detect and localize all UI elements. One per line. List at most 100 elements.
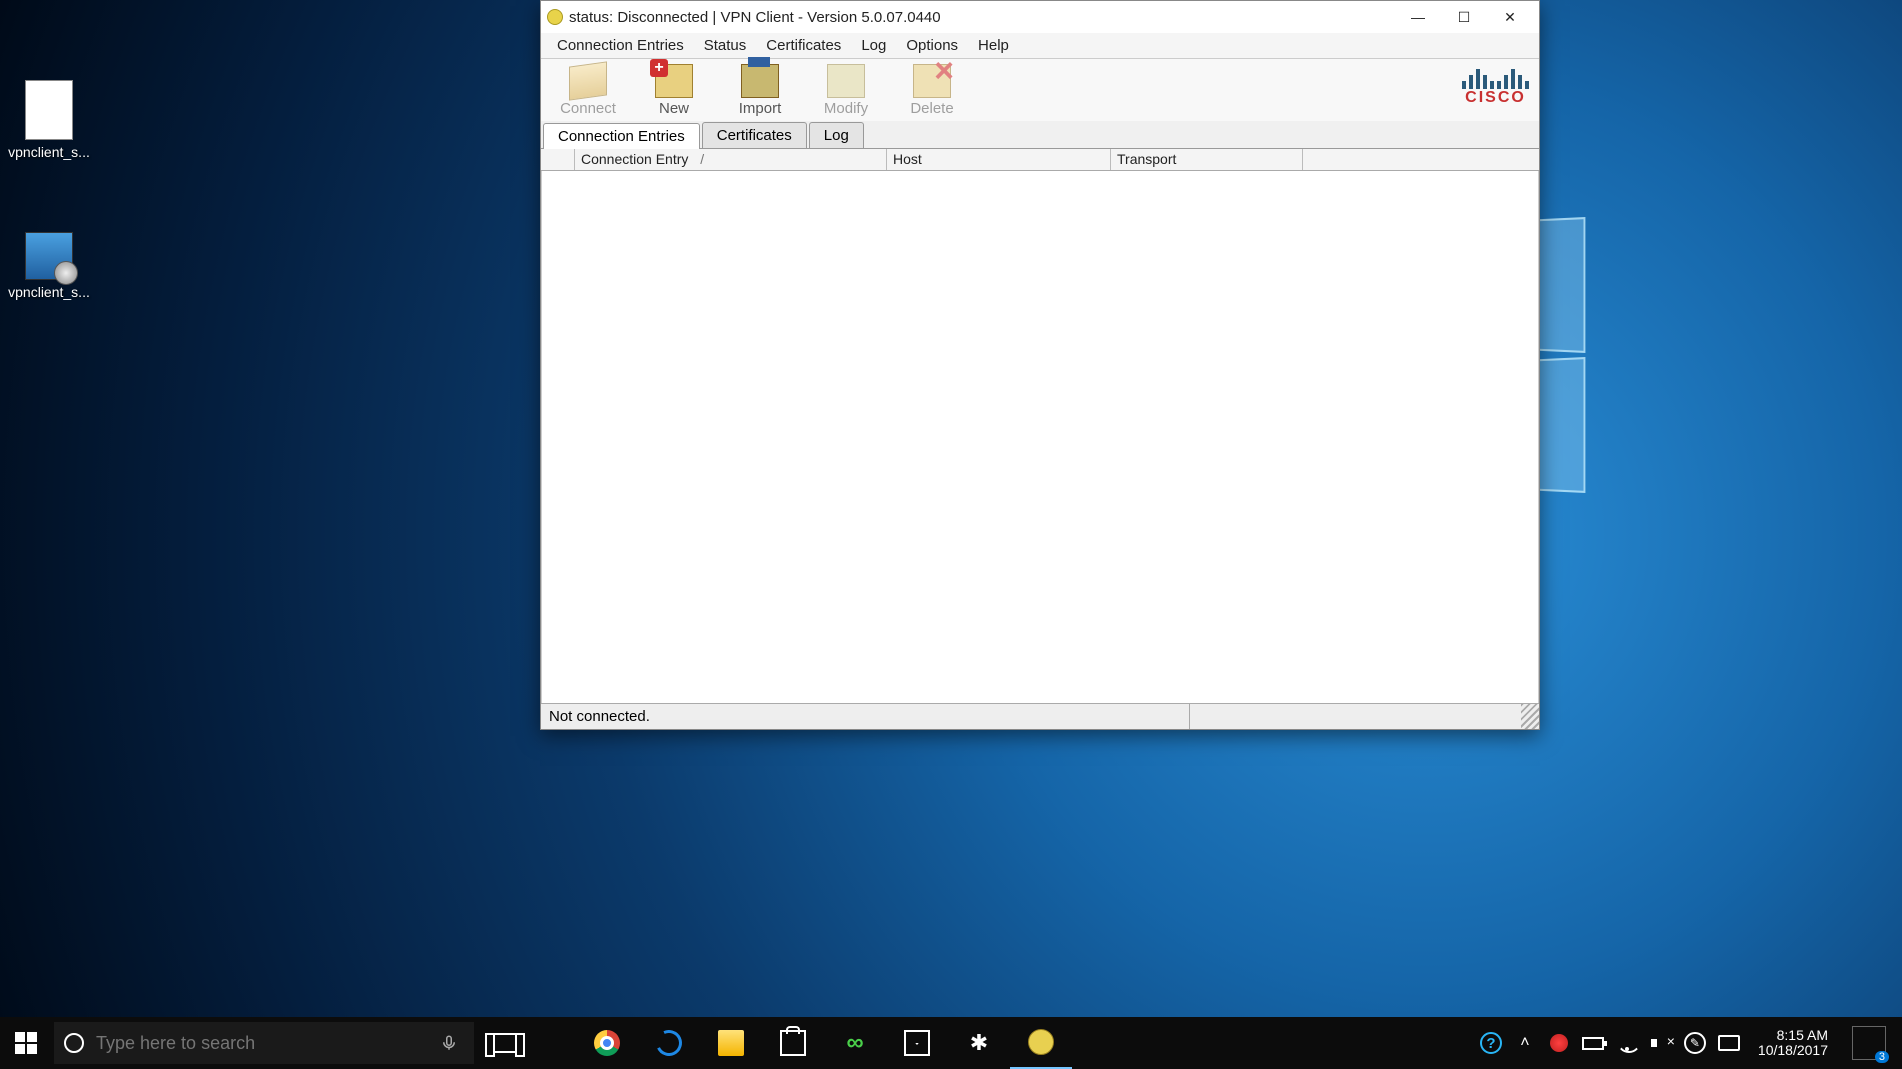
task-view-button[interactable] bbox=[474, 1017, 536, 1069]
column-connection-entry[interactable]: Connection Entry / bbox=[575, 149, 887, 170]
import-label: Import bbox=[717, 100, 803, 117]
vpn-app-icon bbox=[1028, 1029, 1054, 1055]
menubar: Connection Entries Status Certificates L… bbox=[541, 33, 1539, 59]
taskbar-vpn-client[interactable] bbox=[1010, 1017, 1072, 1069]
tray-volume[interactable] bbox=[1650, 1032, 1672, 1054]
menu-options[interactable]: Options bbox=[896, 34, 968, 57]
connect-icon bbox=[569, 61, 607, 100]
tray-help[interactable]: ? bbox=[1480, 1032, 1502, 1054]
tab-log[interactable]: Log bbox=[809, 122, 864, 148]
connection-list[interactable] bbox=[541, 171, 1539, 703]
microphone-icon[interactable] bbox=[434, 1034, 464, 1052]
pen-icon: ✎ bbox=[1684, 1032, 1706, 1054]
search-input[interactable] bbox=[96, 1033, 434, 1054]
desktop-icon-label: vpnclient_s... bbox=[4, 284, 94, 300]
tray-security[interactable] bbox=[1548, 1032, 1570, 1054]
wifi-icon bbox=[1617, 1033, 1637, 1053]
installer-icon bbox=[25, 232, 73, 280]
maximize-button[interactable]: ☐ bbox=[1441, 2, 1487, 32]
volume-muted-icon bbox=[1651, 1035, 1671, 1051]
system-tray: ? ˄ ✎ 8:15 AM 10/18/2017 3 bbox=[1470, 1026, 1902, 1060]
keyboard-icon bbox=[1718, 1035, 1740, 1051]
new-label: New bbox=[631, 100, 717, 117]
vpn-client-window: status: Disconnected | VPN Client - Vers… bbox=[540, 0, 1540, 730]
tab-certificates[interactable]: Certificates bbox=[702, 122, 807, 148]
clock[interactable]: 8:15 AM 10/18/2017 bbox=[1752, 1028, 1834, 1059]
status-cell-2 bbox=[1190, 704, 1521, 729]
file-icon bbox=[25, 80, 73, 140]
window-title: status: Disconnected | VPN Client - Vers… bbox=[569, 9, 1395, 26]
titlebar[interactable]: status: Disconnected | VPN Client - Vers… bbox=[541, 1, 1539, 33]
chevron-up-icon: ˄ bbox=[1520, 1034, 1529, 1052]
connect-label: Connect bbox=[545, 100, 631, 117]
menu-connection-entries[interactable]: Connection Entries bbox=[547, 34, 694, 57]
task-view-icon bbox=[493, 1033, 517, 1053]
taskbar-edge[interactable] bbox=[638, 1017, 700, 1069]
taskbar-mail[interactable] bbox=[886, 1017, 948, 1069]
tray-battery[interactable] bbox=[1582, 1032, 1604, 1054]
modify-button[interactable]: Modify bbox=[803, 64, 889, 117]
folder-icon bbox=[718, 1030, 744, 1056]
cisco-logo: CISCO bbox=[1462, 67, 1529, 107]
taskbar: ∞ ✱ ? ˄ ✎ 8:15 AM 10/18/2017 3 bbox=[0, 1017, 1902, 1069]
taskbar-chrome[interactable] bbox=[576, 1017, 638, 1069]
import-icon bbox=[741, 64, 779, 98]
clock-time: 8:15 AM bbox=[1758, 1028, 1828, 1043]
tabs: Connection Entries Certificates Log bbox=[541, 121, 1539, 149]
toolbar: Connect New Import Modify Delete CISCO bbox=[541, 59, 1539, 121]
infinity-icon: ∞ bbox=[846, 1029, 863, 1057]
resize-grip-icon[interactable] bbox=[1521, 704, 1539, 729]
column-spacer bbox=[1303, 149, 1539, 170]
modify-label: Modify bbox=[803, 100, 889, 117]
menu-certificates[interactable]: Certificates bbox=[756, 34, 851, 57]
close-button[interactable]: ✕ bbox=[1487, 2, 1533, 32]
list-header: Connection Entry / Host Transport bbox=[541, 149, 1539, 171]
delete-button[interactable]: Delete bbox=[889, 64, 975, 117]
menu-log[interactable]: Log bbox=[851, 34, 896, 57]
action-center-button[interactable]: 3 bbox=[1852, 1026, 1886, 1060]
desktop-icon-label: vpnclient_s... bbox=[4, 144, 94, 160]
taskbar-file-explorer[interactable] bbox=[700, 1017, 762, 1069]
tray-network[interactable] bbox=[1616, 1032, 1638, 1054]
column-host[interactable]: Host bbox=[887, 149, 1111, 170]
tray-show-hidden[interactable]: ˄ bbox=[1514, 1032, 1536, 1054]
connect-button[interactable]: Connect bbox=[545, 64, 631, 117]
cortana-icon bbox=[64, 1033, 84, 1053]
notification-badge: 3 bbox=[1875, 1051, 1889, 1063]
column-transport[interactable]: Transport bbox=[1111, 149, 1303, 170]
mail-icon bbox=[904, 1030, 930, 1056]
cisco-wordmark: CISCO bbox=[1462, 89, 1529, 107]
column-icon[interactable] bbox=[541, 149, 575, 170]
clock-date: 10/18/2017 bbox=[1758, 1043, 1828, 1058]
store-icon bbox=[780, 1030, 806, 1056]
status-text: Not connected. bbox=[541, 704, 1190, 729]
help-icon: ? bbox=[1480, 1032, 1502, 1054]
new-icon bbox=[655, 64, 693, 98]
menu-help[interactable]: Help bbox=[968, 34, 1019, 57]
tray-pen[interactable]: ✎ bbox=[1684, 1032, 1706, 1054]
taskbar-store[interactable] bbox=[762, 1017, 824, 1069]
menu-status[interactable]: Status bbox=[694, 34, 757, 57]
security-alert-icon bbox=[1550, 1034, 1568, 1052]
column-connection-entry-label: Connection Entry bbox=[581, 151, 688, 167]
edge-icon bbox=[652, 1026, 685, 1059]
statusbar: Not connected. bbox=[541, 703, 1539, 729]
desktop-icon-vpnclient-setup[interactable]: vpnclient_s... bbox=[4, 232, 94, 300]
import-button[interactable]: Import bbox=[717, 64, 803, 117]
desktop-icon-vpnclient-file[interactable]: vpnclient_s... bbox=[4, 80, 94, 160]
delete-label: Delete bbox=[889, 100, 975, 117]
chrome-icon bbox=[594, 1030, 620, 1056]
minimize-button[interactable]: — bbox=[1395, 2, 1441, 32]
taskbar-app-infinity[interactable]: ∞ bbox=[824, 1017, 886, 1069]
taskbar-slack[interactable]: ✱ bbox=[948, 1017, 1010, 1069]
delete-icon bbox=[913, 64, 951, 98]
search-box[interactable] bbox=[54, 1022, 474, 1064]
new-button[interactable]: New bbox=[631, 64, 717, 117]
sort-indicator-icon: / bbox=[700, 151, 704, 167]
tab-connection-entries[interactable]: Connection Entries bbox=[543, 123, 700, 149]
app-icon bbox=[547, 9, 563, 25]
tray-keyboard[interactable] bbox=[1718, 1032, 1740, 1054]
start-button[interactable] bbox=[0, 1017, 52, 1069]
battery-icon bbox=[1582, 1037, 1604, 1050]
modify-icon bbox=[827, 64, 865, 98]
